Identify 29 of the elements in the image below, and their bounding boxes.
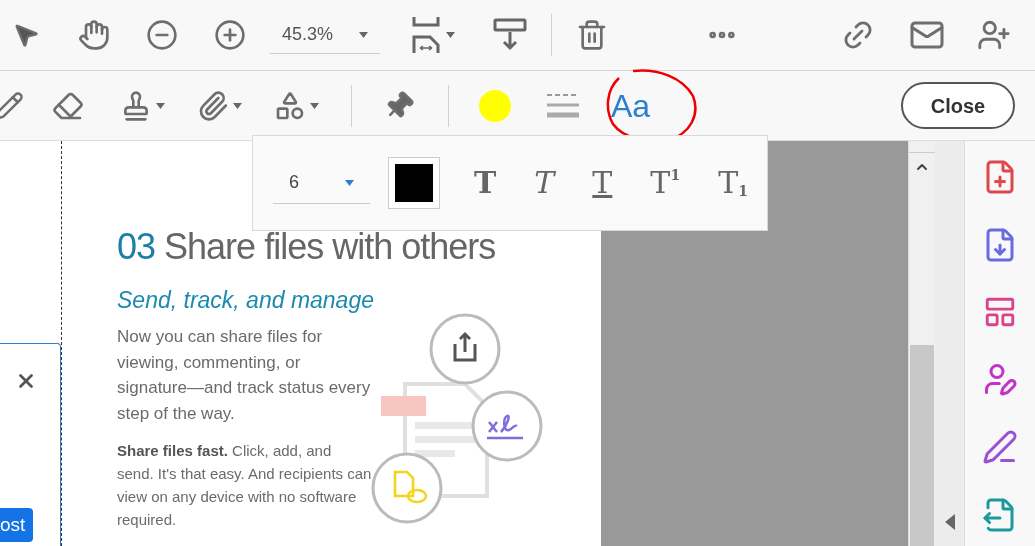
text-tool-button[interactable]: Aa [607, 89, 655, 122]
zoom-field[interactable]: 45.3% [270, 16, 380, 54]
document-heading: 03 Share files with others [117, 229, 497, 265]
organize-pages-icon[interactable] [983, 295, 1017, 329]
caret-icon [233, 102, 242, 109]
caret-icon [310, 102, 319, 109]
document-subheading: Send, track, and manage [117, 289, 375, 312]
document-paragraph: Now you can share files for viewing, commenting, or signature—and track status every step of the way. [117, 326, 372, 425]
caret-icon [446, 32, 455, 38]
font-size-field[interactable]: 6 [273, 162, 370, 204]
scroll-thumb[interactable] [910, 345, 934, 546]
post-button[interactable]: ost [0, 508, 33, 542]
italic-style-button[interactable]: T [530, 168, 559, 198]
underline-style-button[interactable]: T [588, 168, 617, 198]
paperclip-icon [197, 89, 229, 122]
close-button[interactable]: Close [901, 82, 1015, 129]
caret-icon [345, 179, 354, 186]
document-paragraph: Share files fast. Click, add, and send. It's that easy. And recipients can view on any device with no software required. [117, 441, 372, 530]
request-signature-icon[interactable] [982, 361, 1018, 397]
subscript-style-button[interactable]: T1 [714, 168, 752, 198]
caret-icon [359, 31, 368, 38]
bold-style-button[interactable]: T [470, 168, 501, 198]
collapse-panel-icon[interactable] [944, 514, 955, 530]
fit-page-icon [412, 17, 442, 53]
text-color-swatch[interactable] [388, 157, 440, 209]
fill-sign-icon[interactable] [982, 429, 1018, 465]
caret-icon [156, 102, 165, 109]
shapes-icon [274, 89, 306, 122]
highlight-color-swatch[interactable] [479, 89, 511, 122]
